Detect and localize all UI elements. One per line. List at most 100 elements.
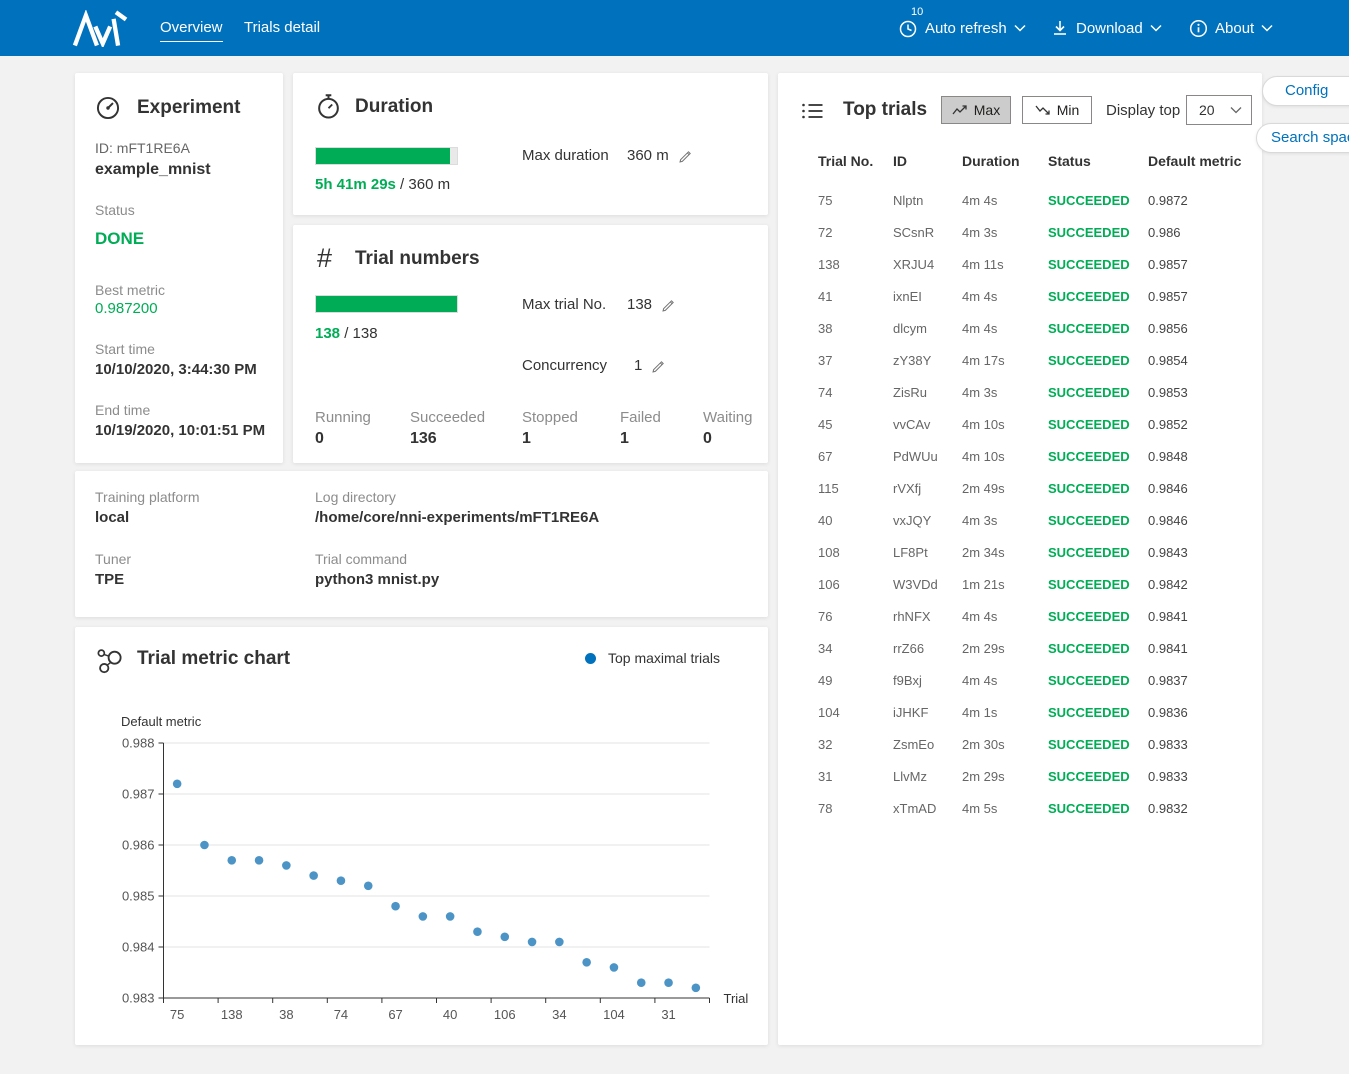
cell-status: SUCCEEDED bbox=[1048, 289, 1148, 304]
trial-metric-scatter-chart: Default metric0.9880.9870.9860.9850.9840… bbox=[75, 627, 768, 1045]
cell-duration: 4m 4s bbox=[962, 321, 1048, 336]
status-label: Status bbox=[95, 200, 135, 220]
cell-status: SUCCEEDED bbox=[1048, 705, 1148, 720]
cell-status: SUCCEEDED bbox=[1048, 257, 1148, 272]
column-id: ID bbox=[893, 153, 962, 169]
trial-numbers-title: Trial numbers bbox=[355, 248, 480, 270]
cell-id: Nlptn bbox=[893, 193, 962, 208]
status-value: DONE bbox=[95, 229, 144, 249]
nni-logo bbox=[70, 10, 128, 47]
config-button[interactable]: Config bbox=[1262, 76, 1349, 106]
nav-tab-trials-detail[interactable]: Trials detail bbox=[244, 0, 320, 56]
svg-text:67: 67 bbox=[388, 1007, 402, 1022]
max-button[interactable]: Max bbox=[941, 96, 1011, 124]
stat-failed: Failed1 bbox=[620, 409, 703, 448]
cell-status: SUCCEEDED bbox=[1048, 353, 1148, 368]
cell-duration: 4m 5s bbox=[962, 801, 1048, 816]
list-icon bbox=[800, 99, 825, 123]
cell-id: PdWUu bbox=[893, 449, 962, 464]
chevron-down-icon bbox=[1014, 24, 1026, 32]
nav-tab-overview[interactable]: Overview bbox=[160, 0, 223, 56]
edit-concurrency-icon[interactable] bbox=[651, 359, 666, 374]
cell-status: SUCCEEDED bbox=[1048, 673, 1148, 688]
cell-duration: 2m 29s bbox=[962, 769, 1048, 784]
cell-no: 106 bbox=[818, 577, 893, 592]
table-row: 108LF8Pt2m 34sSUCCEEDED0.9843 bbox=[778, 536, 1262, 568]
platform-info-card: Training platform local Tuner TPE Log di… bbox=[75, 471, 768, 617]
trial-command-value: python3 mnist.py bbox=[315, 570, 439, 590]
min-button[interactable]: Min bbox=[1022, 96, 1092, 124]
download-menu[interactable]: Download bbox=[1051, 0, 1162, 56]
svg-text:Trial: Trial bbox=[724, 991, 749, 1006]
cell-metric: 0.9843 bbox=[1148, 545, 1258, 560]
cell-metric: 0.9833 bbox=[1148, 737, 1258, 752]
cell-duration: 4m 4s bbox=[962, 673, 1048, 688]
cell-duration: 4m 4s bbox=[962, 609, 1048, 624]
cell-status: SUCCEEDED bbox=[1048, 545, 1148, 560]
cell-metric: 0.9857 bbox=[1148, 257, 1258, 272]
table-row: 76rhNFX4m 4sSUCCEEDED0.9841 bbox=[778, 600, 1262, 632]
cell-no: 38 bbox=[818, 321, 893, 336]
cell-id: dlcym bbox=[893, 321, 962, 336]
svg-text:40: 40 bbox=[443, 1007, 457, 1022]
cell-id: ZsmEo bbox=[893, 737, 962, 752]
cell-status: SUCCEEDED bbox=[1048, 577, 1148, 592]
cell-no: 41 bbox=[818, 289, 893, 304]
svg-text:31: 31 bbox=[661, 1007, 675, 1022]
table-row: 104iJHKF4m 1sSUCCEEDED0.9836 bbox=[778, 696, 1262, 728]
cell-duration: 4m 3s bbox=[962, 225, 1048, 240]
cell-metric: 0.986 bbox=[1148, 225, 1258, 240]
top-trials-card: Top trials Max Min Display top 20 Trial … bbox=[778, 73, 1262, 1045]
tuner-label: Tuner bbox=[95, 549, 131, 569]
cell-id: vvCAv bbox=[893, 417, 962, 432]
svg-text:38: 38 bbox=[279, 1007, 293, 1022]
svg-text:74: 74 bbox=[334, 1007, 348, 1022]
cell-status: SUCCEEDED bbox=[1048, 321, 1148, 336]
trials-progress-fill bbox=[316, 296, 457, 312]
auto-refresh-label: Auto refresh bbox=[925, 20, 1007, 37]
training-platform-value: local bbox=[95, 508, 129, 528]
cell-status: SUCCEEDED bbox=[1048, 801, 1148, 816]
auto-refresh-control[interactable]: 10 Auto refresh bbox=[898, 0, 1026, 56]
cell-no: 108 bbox=[818, 545, 893, 560]
edit-max-trial-icon[interactable] bbox=[661, 298, 676, 313]
cell-duration: 4m 4s bbox=[962, 193, 1048, 208]
cell-metric: 0.9832 bbox=[1148, 801, 1258, 816]
display-top-dropdown[interactable]: 20 bbox=[1186, 95, 1252, 125]
duration-progress-bar bbox=[315, 147, 458, 165]
gauge-icon bbox=[95, 95, 121, 121]
cell-metric: 0.9842 bbox=[1148, 577, 1258, 592]
cell-id: zY38Y bbox=[893, 353, 962, 368]
cell-duration: 2m 30s bbox=[962, 737, 1048, 752]
about-menu[interactable]: About bbox=[1189, 0, 1273, 56]
top-nav: Overview Trials detail 10 Auto refresh bbox=[0, 0, 1349, 56]
max-duration-label: Max duration bbox=[522, 146, 609, 166]
cell-id: ixnEI bbox=[893, 289, 962, 304]
auto-refresh-interval-badge: 10 bbox=[911, 6, 923, 18]
cell-status: SUCCEEDED bbox=[1048, 225, 1148, 240]
table-row: 67PdWUu4m 10sSUCCEEDED0.9848 bbox=[778, 440, 1262, 472]
cell-status: SUCCEEDED bbox=[1048, 481, 1148, 496]
svg-text:0.985: 0.985 bbox=[122, 889, 155, 904]
info-icon bbox=[1189, 19, 1208, 38]
table-row: 138XRJU44m 11sSUCCEEDED0.9857 bbox=[778, 248, 1262, 280]
trial-status-stats: Running0 Succeeded136 Stopped1 Failed1 W… bbox=[315, 409, 752, 448]
stat-running: Running0 bbox=[315, 409, 410, 448]
best-metric-label: Best metric bbox=[95, 280, 165, 300]
cell-no: 40 bbox=[818, 513, 893, 528]
cell-duration: 4m 1s bbox=[962, 705, 1048, 720]
cell-duration: 2m 29s bbox=[962, 641, 1048, 656]
cell-id: rVXfj bbox=[893, 481, 962, 496]
duration-title: Duration bbox=[355, 96, 433, 118]
cell-id: ZisRu bbox=[893, 385, 962, 400]
table-row: 38dlcym4m 4sSUCCEEDED0.9856 bbox=[778, 312, 1262, 344]
chevron-down-icon bbox=[1230, 106, 1242, 114]
edit-max-duration-icon[interactable] bbox=[678, 149, 693, 164]
cell-metric: 0.9854 bbox=[1148, 353, 1258, 368]
table-row: 31LlvMz2m 29sSUCCEEDED0.9833 bbox=[778, 760, 1262, 792]
concurrency-label: Concurrency bbox=[522, 356, 607, 376]
trials-progress-bar bbox=[315, 295, 458, 313]
cell-no: 104 bbox=[818, 705, 893, 720]
clock-icon bbox=[898, 18, 918, 38]
search-space-button[interactable]: Search space bbox=[1256, 123, 1349, 153]
